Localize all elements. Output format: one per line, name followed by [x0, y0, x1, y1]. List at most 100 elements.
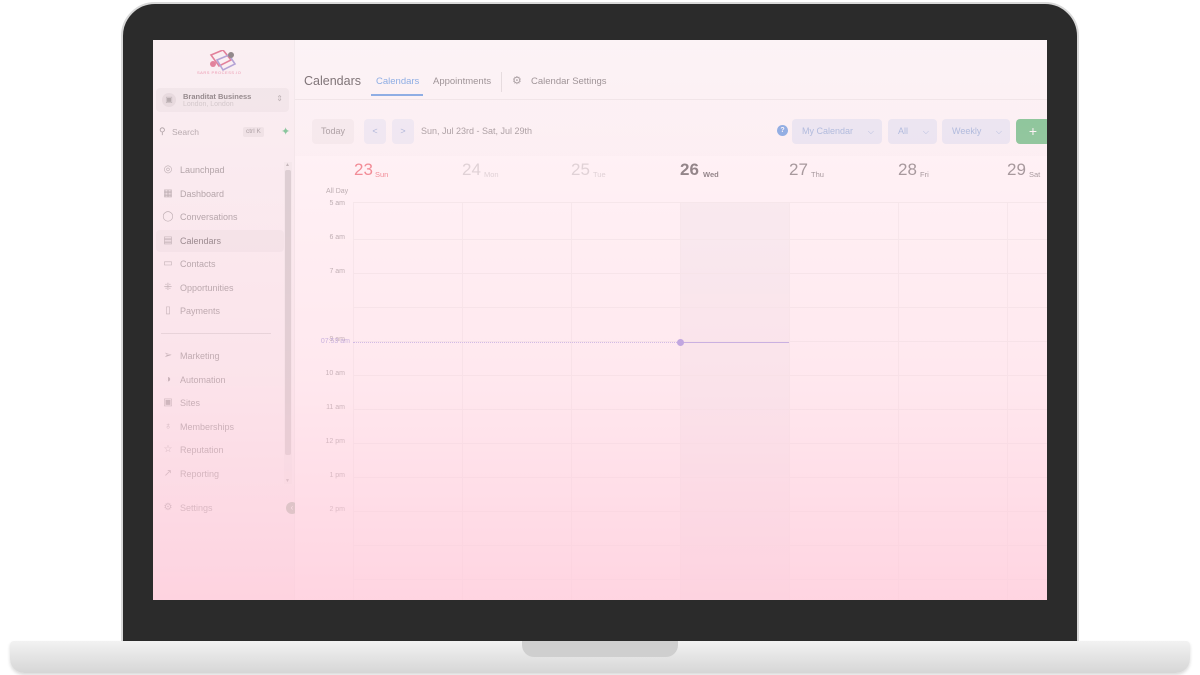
sidebar-item-calendars[interactable]: ▤ Calendars	[156, 230, 284, 252]
sidebar-item-conversations[interactable]: ◯ Conversations	[156, 206, 284, 228]
today-column	[680, 203, 789, 600]
sidebar-item-reporting[interactable]: ↗ Reporting	[156, 463, 284, 485]
previous-week-button[interactable]: <	[364, 119, 386, 144]
sidebar-item-dashboard[interactable]: ▦ Dashboard	[156, 183, 284, 205]
scroll-up-icon[interactable]: ▲	[285, 162, 290, 168]
dashboard-icon: ▦	[163, 188, 173, 199]
day-header-tue[interactable]: 25 Tue	[571, 158, 679, 184]
day-number: 24	[462, 160, 481, 179]
day-name: Thu	[811, 170, 824, 179]
send-icon: ➢	[163, 350, 173, 361]
scroll-down-icon[interactable]: ▼	[285, 478, 290, 484]
chevron-down-icon: ⌵	[867, 127, 874, 136]
grid-row-line	[353, 307, 1047, 308]
grid-col-line	[462, 203, 463, 600]
sidebar-item-settings[interactable]: ⚙ Settings	[156, 497, 284, 519]
payments-icon: ▯	[165, 305, 171, 316]
sidebar-item-label: Reporting	[180, 469, 220, 479]
chevron-updown-icon: ⇕	[276, 94, 283, 103]
day-header-mon[interactable]: 24 Mon	[462, 158, 570, 184]
time-label: 10 am	[325, 370, 345, 377]
sidebar-item-label: Reputation	[180, 445, 224, 455]
star-icon: ☆	[163, 444, 173, 455]
next-week-button[interactable]: >	[392, 119, 414, 144]
time-label: 11 am	[326, 404, 345, 411]
day-header-sat[interactable]: 29 Sat	[1007, 158, 1047, 184]
grid-col-line	[571, 203, 572, 600]
quick-add-icon[interactable]: ✦	[281, 125, 290, 138]
grid-row-line	[353, 477, 1047, 478]
filter-select[interactable]: All ⌵	[888, 119, 937, 144]
sidebar: SARS PROCESS.IO ▣ Branditat Business Lon…	[153, 40, 298, 600]
day-header-wed[interactable]: 26 Wed	[680, 158, 788, 184]
grid-col-line	[680, 203, 681, 600]
time-label: 1 pm	[329, 472, 345, 479]
gear-icon: ⚙	[163, 502, 173, 513]
contacts-icon: ▭	[163, 258, 173, 269]
sidebar-item-sites[interactable]: ▣ Sites	[156, 392, 284, 414]
tab-calendar-settings[interactable]: Calendar Settings	[531, 76, 607, 87]
search-shortcut: ctrl K	[243, 127, 264, 137]
time-label: 6 am	[329, 234, 345, 241]
sidebar-item-memberships[interactable]: ♁ Memberships	[156, 416, 284, 438]
tab-appointments[interactable]: Appointments	[433, 76, 491, 87]
day-number: 27	[789, 160, 808, 179]
grid-row-line	[353, 511, 1047, 512]
search-input[interactable]: ⚲ Search ctrl K ✦	[159, 125, 290, 140]
app-screen: SARS PROCESS.IO ▣ Branditat Business Lon…	[153, 40, 1047, 600]
time-grid[interactable]	[353, 202, 1047, 600]
grid-row-line	[353, 409, 1047, 410]
time-label: 7 am	[329, 268, 345, 275]
scrollbar-thumb[interactable]	[285, 170, 291, 455]
account-switcher[interactable]: ▣ Branditat Business London, London ⇕	[156, 88, 289, 112]
opportunities-icon: ⁜	[163, 282, 173, 293]
sidebar-item-label: Payments	[180, 306, 221, 316]
account-name: Branditat Business	[183, 92, 252, 101]
week-calendar: 23 Sun 24 Mon 25 Tue 26 Wed 27 Thu 28 Fr…	[295, 156, 1047, 600]
sidebar-item-automation[interactable]: ◑ Automation	[156, 369, 284, 391]
calendar-select-value: My Calendar	[802, 126, 854, 136]
day-header-sun[interactable]: 23 Sun	[354, 158, 462, 184]
gear-icon[interactable]: ⚙	[512, 74, 522, 87]
view-select[interactable]: Weekly ⌵	[942, 119, 1010, 144]
brand-logo-text: SARS PROCESS.IO	[197, 70, 242, 75]
sidebar-item-label: Sites	[180, 398, 201, 408]
tab-calendars[interactable]: Calendars	[376, 76, 419, 87]
day-header-thu[interactable]: 27 Thu	[789, 158, 897, 184]
current-time-line-today	[680, 342, 789, 343]
laptop-notch	[522, 641, 678, 657]
time-label: 5 am	[329, 200, 345, 207]
grid-row-line	[353, 273, 1047, 274]
grid-col-line	[789, 203, 790, 600]
day-header-fri[interactable]: 28 Fri	[898, 158, 1006, 184]
tab-active-indicator	[371, 94, 423, 96]
sidebar-item-payments[interactable]: ▯ Payments	[156, 300, 284, 322]
sidebar-item-marketing[interactable]: ➢ Marketing	[156, 345, 284, 367]
brand-logo[interactable]	[201, 50, 245, 80]
filter-select-value: All	[898, 126, 909, 136]
sidebar-item-label: Dashboard	[180, 189, 225, 199]
sidebar-item-reputation[interactable]: ☆ Reputation	[156, 439, 284, 461]
today-button[interactable]: Today	[312, 119, 354, 144]
current-time-dot	[677, 339, 684, 346]
sidebar-item-label: Calendars	[180, 236, 222, 246]
sidebar-item-label: Opportunities	[180, 283, 234, 293]
tab-divider	[501, 72, 502, 92]
search-placeholder: Search	[172, 127, 199, 137]
sidebar-item-launchpad[interactable]: ◎ Launchpad	[156, 159, 284, 181]
trend-icon: ↗	[163, 468, 173, 479]
sidebar-scrollbar[interactable]: ▲ ▼	[284, 162, 292, 484]
grid-col-line	[898, 203, 899, 600]
add-appointment-button[interactable]: +	[1016, 119, 1047, 144]
chevron-down-icon: ⌵	[995, 127, 1002, 136]
calendar-select[interactable]: My Calendar ⌵	[792, 119, 882, 144]
sidebar-item-opportunities[interactable]: ⁜ Opportunities	[156, 277, 284, 299]
automation-icon: ◑	[164, 374, 172, 385]
date-range-label: Sun, Jul 23rd - Sat, Jul 29th	[421, 126, 533, 136]
account-location: London, London	[183, 101, 234, 108]
day-number: 25	[571, 160, 590, 179]
day-name: Sun	[375, 170, 389, 179]
grid-col-line	[353, 203, 354, 600]
help-icon[interactable]: ?	[777, 125, 788, 136]
sidebar-item-contacts[interactable]: ▭ Contacts	[156, 253, 284, 275]
